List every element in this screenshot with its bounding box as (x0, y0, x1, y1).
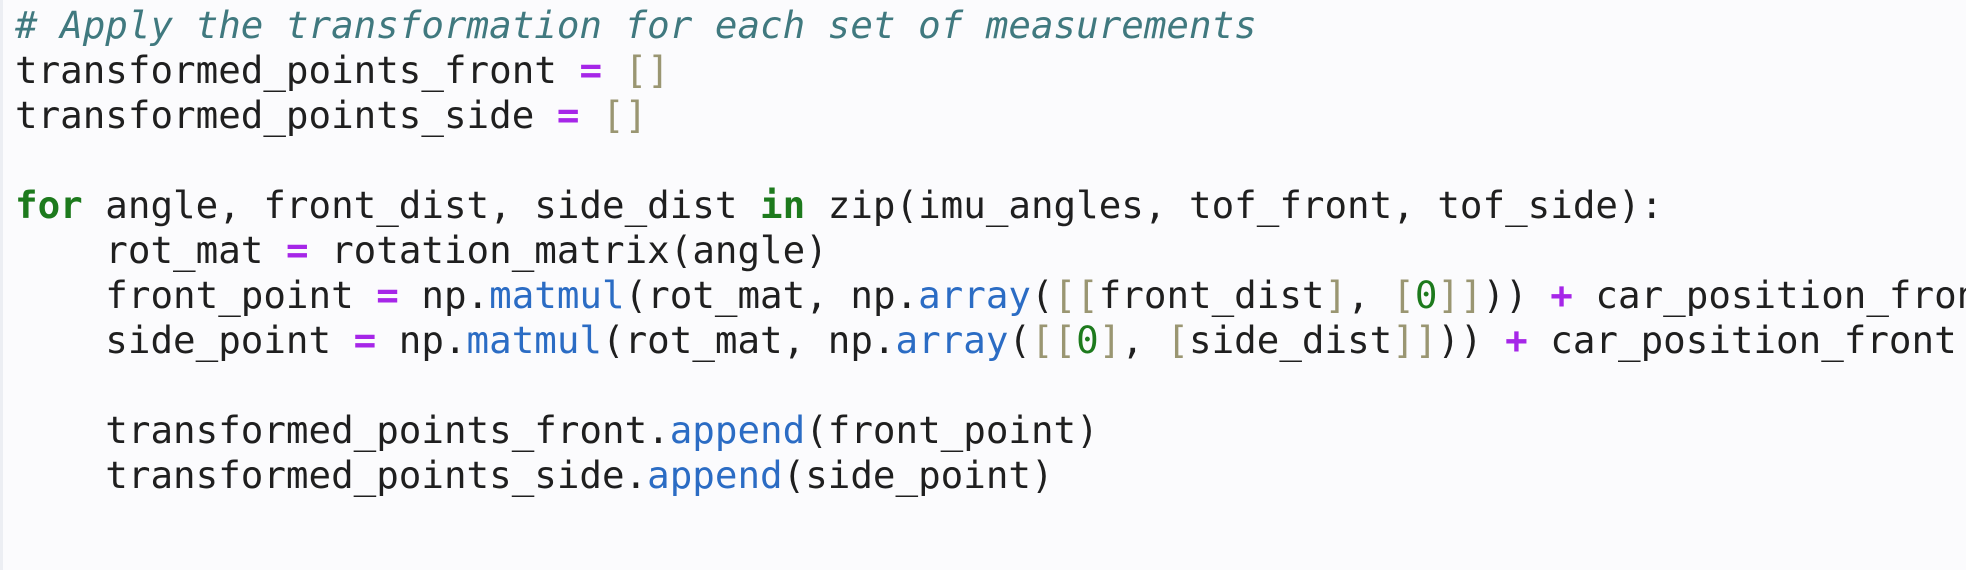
code-token-plain: np. (398, 273, 490, 317)
code-token-op: + (1505, 318, 1528, 362)
code-line[interactable]: for angle, front_dist, side_dist in zip(… (15, 183, 1966, 228)
code-token-brk: [[ (1030, 318, 1077, 362)
code-line[interactable]: # Apply the transformation for each set … (15, 3, 1966, 48)
code-token-plain: transformed_points_side. (15, 453, 648, 497)
code-token-comment: # Apply the transformation for each set … (15, 3, 1257, 47)
code-token-plain: , (1347, 273, 1393, 317)
code-line[interactable]: transformed_points_side.append(side_poin… (15, 453, 1966, 498)
code-token-num: 0 (1414, 273, 1438, 317)
code-token-brk: ]] (1437, 273, 1483, 317)
code-token-fn: array (895, 318, 1009, 362)
code-token-fn: matmul (466, 318, 603, 362)
code-line[interactable]: transformed_points_side = [] (15, 93, 1966, 138)
code-token-plain: )) (1437, 318, 1506, 362)
code-token-brk: [ (1392, 273, 1415, 317)
code-line[interactable]: ​ (15, 138, 1966, 183)
code-token-plain: (rot_mat, np. (602, 318, 896, 362)
code-token-fn: matmul (489, 273, 625, 317)
code-token-plain: (front_point) (805, 408, 1099, 452)
code-token-brk: [[ (1053, 273, 1099, 317)
code-token-brk: [] (624, 48, 670, 92)
code-line[interactable]: rot_mat = rotation_matrix(angle) (15, 228, 1966, 273)
code-token-plain: transformed_points_side (15, 93, 557, 137)
code-line[interactable]: front_point = np.matmul(rot_mat, np.arra… (15, 273, 1966, 318)
code-token-plain: )) (1482, 273, 1551, 317)
code-token-plain: front_dist (1098, 273, 1325, 317)
code-token-op: = (556, 93, 580, 137)
code-line[interactable]: transformed_points_front = [] (15, 48, 1966, 93)
code-token-plain: transformed_points_front. (15, 408, 670, 452)
code-token-plain: ( (1008, 318, 1031, 362)
code-token-plain: transformed_points_front (15, 48, 580, 92)
code-token-num: 0 (1076, 318, 1099, 362)
code-token-plain: zip(imu_angles, tof_front, tof_side): (805, 183, 1664, 227)
code-token-brk: ]] (1392, 318, 1438, 362)
code-token-op: + (1550, 273, 1573, 317)
code-token-plain: , (1121, 318, 1167, 362)
code-token-plain: side_point (15, 318, 354, 362)
code-token-plain: angle, front_dist, side_dist (82, 183, 761, 227)
code-block[interactable]: # Apply the transformation for each set … (0, 0, 1966, 570)
code-token-fn: array (918, 273, 1031, 317)
code-line[interactable]: side_point = np.matmul(rot_mat, np.array… (15, 318, 1966, 363)
code-token-plain: rot_mat (15, 228, 286, 272)
code-token-op: = (376, 273, 399, 317)
code-token-brk: ] (1098, 318, 1122, 362)
code-token-kw: for (15, 183, 83, 227)
code-token-op: = (579, 48, 603, 92)
code-token-op: = (353, 318, 377, 362)
code-token-plain: side_dist (1189, 318, 1393, 362)
code-token-plain: (rot_mat, np. (624, 273, 919, 317)
code-token-plain: front_point (15, 273, 377, 317)
code-token-plain: rotation_matrix(angle) (308, 228, 828, 272)
code-token-plain: car_position_front (1527, 318, 1957, 362)
code-token-brk: [] (602, 93, 648, 137)
code-token-fn: append (647, 453, 783, 497)
code-token-op: = (285, 228, 309, 272)
code-token-plain: (side_point) (782, 453, 1054, 497)
code-line[interactable]: ​ (15, 363, 1966, 408)
code-token-fn: append (669, 408, 806, 452)
code-token-plain: ( (1030, 273, 1054, 317)
code-lines-container[interactable]: # Apply the transformation for each set … (15, 3, 1966, 498)
code-token-brk: ] (1324, 273, 1348, 317)
code-token-plain: np. (376, 318, 467, 362)
code-token-brk: [ (1166, 318, 1190, 362)
code-token-kw: in (760, 183, 806, 227)
code-token-plain: car_position_front (1572, 273, 1966, 317)
code-line[interactable]: transformed_points_front.append(front_po… (15, 408, 1966, 453)
